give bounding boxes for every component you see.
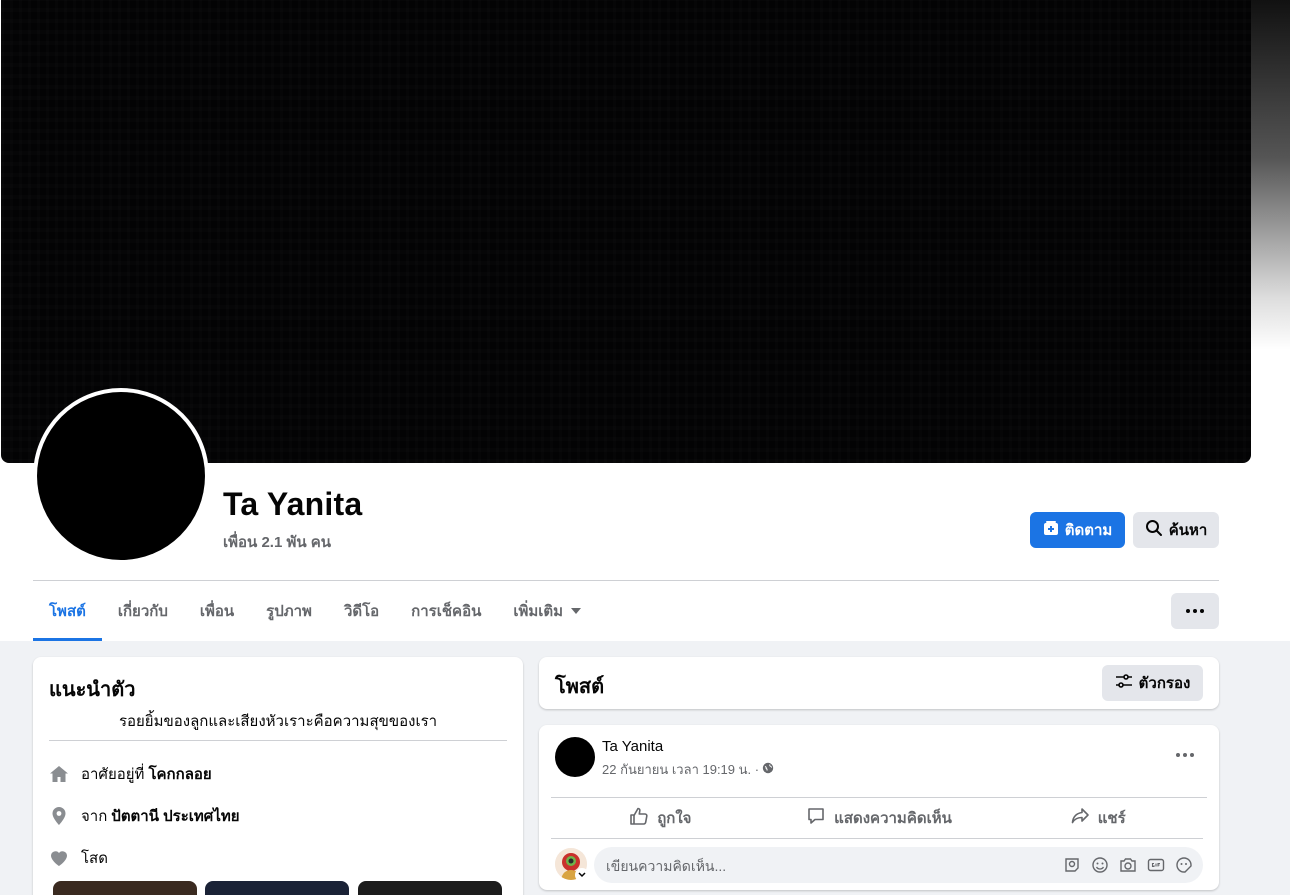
comment-placeholder: เขียนความคิดเห็น...: [606, 858, 727, 874]
thumbs-up-icon: [629, 806, 649, 830]
like-button[interactable]: ถูกใจ: [551, 798, 770, 838]
chevron-down-icon[interactable]: [575, 868, 589, 882]
post-author-name[interactable]: Ta Yanita: [602, 738, 663, 755]
tab-friends[interactable]: เพื่อน: [184, 581, 250, 641]
comment-input[interactable]: เขียนความคิดเห็น...: [594, 847, 1203, 883]
intro-divider: [49, 740, 507, 741]
filter-label: ตัวกรอง: [1138, 675, 1191, 692]
profile-name: Ta Yanita: [223, 486, 363, 522]
filter-icon: [1115, 673, 1133, 693]
follow-label: ติดตาม: [1064, 522, 1113, 539]
post-time-link[interactable]: 22 กันยายน เวลา 19:19 น. ·: [602, 759, 759, 780]
tab-photos[interactable]: รูปภาพ: [250, 581, 328, 641]
comment-bubble-icon: [806, 806, 826, 830]
tab-videos[interactable]: วิดีโอ: [328, 581, 395, 641]
comment-button[interactable]: แสดงความคิดเห็น: [770, 798, 989, 838]
camera-icon[interactable]: [1119, 856, 1137, 874]
posts-title: โพสต์: [555, 676, 605, 698]
hometown-link[interactable]: ปัตตานี ประเทศไทย: [111, 804, 239, 828]
tab-more[interactable]: เพิ่มเติม: [497, 581, 597, 641]
post-timestamp: 22 กันยายน เวลา 19:19 น. ·: [602, 759, 774, 780]
featured-photo[interactable]: [358, 881, 502, 895]
profile-header: Ta Yanita เพื่อน 2.1 พัน คน ติดตาม ค้นหา…: [0, 0, 1290, 641]
filter-button[interactable]: ตัวกรอง: [1102, 665, 1203, 701]
search-label: ค้นหา: [1168, 522, 1208, 539]
follow-button[interactable]: ติดตาม: [1030, 512, 1125, 548]
intro-relationship: โสด: [49, 846, 108, 870]
post-options-button[interactable]: [1169, 741, 1201, 769]
featured-photo[interactable]: [205, 881, 349, 895]
lives-in-link[interactable]: โคกกลอย: [148, 762, 211, 786]
intro-lives-in: อาศัยอยู่ที่ โคกกลอย: [49, 762, 212, 786]
posts-header-card: โพสต์ ตัวกรอง: [539, 657, 1219, 709]
follow-icon: [1043, 520, 1059, 540]
caret-down-icon: [571, 608, 582, 614]
post-actions: ถูกใจ แสดงความคิดเห็น แชร์: [551, 798, 1207, 838]
heart-icon: [49, 848, 69, 868]
post-card: Ta Yanita 22 กันยายน เวลา 19:19 น. · ถูก…: [539, 725, 1219, 890]
avatar: [37, 392, 205, 560]
intro-card: แนะนำตัว รอยยิ้มของลูกและเสียงหัวเราะคือ…: [33, 657, 523, 895]
location-pin-icon: [49, 806, 69, 826]
tab-posts[interactable]: โพสต์: [33, 581, 102, 641]
tab-about[interactable]: เกี่ยวกับ: [102, 581, 184, 641]
intro-title: แนะนำตัว: [49, 679, 136, 701]
friends-count-link[interactable]: เพื่อน 2.1 พัน คน: [223, 530, 331, 554]
comment-tools: [1063, 856, 1193, 874]
gif-icon[interactable]: [1147, 856, 1165, 874]
tab-checkins[interactable]: การเช็คอิน: [395, 581, 497, 641]
comments-divider: [551, 838, 1203, 839]
profile-tabs: โพสต์ เกี่ยวกับ เพื่อน รูปภาพ วิดีโอ การ…: [33, 581, 597, 641]
globe-icon: [762, 762, 774, 777]
search-icon: [1145, 519, 1163, 541]
avatar-sticker-icon[interactable]: [1063, 856, 1081, 874]
cover-photo[interactable]: [1, 0, 1251, 463]
post-author-avatar[interactable]: [555, 737, 595, 777]
scroll-shade: [1251, 0, 1290, 350]
intro-from: จาก ปัตตานี ประเทศไทย: [49, 804, 240, 828]
share-arrow-icon: [1070, 806, 1090, 830]
share-button[interactable]: แชร์: [988, 798, 1207, 838]
sticker-icon[interactable]: [1175, 856, 1193, 874]
featured-photo[interactable]: [53, 881, 197, 895]
home-icon: [49, 764, 69, 784]
profile-picture[interactable]: [33, 388, 209, 564]
profile-more-button[interactable]: [1171, 593, 1219, 629]
emoji-icon[interactable]: [1091, 856, 1109, 874]
search-button[interactable]: ค้นหา: [1133, 512, 1219, 548]
intro-bio: รอยยิ้มของลูกและเสียงหัวเราะคือความสุขขอ…: [118, 713, 438, 730]
more-dots-icon: [1186, 609, 1204, 613]
more-dots-icon: [1176, 753, 1194, 757]
